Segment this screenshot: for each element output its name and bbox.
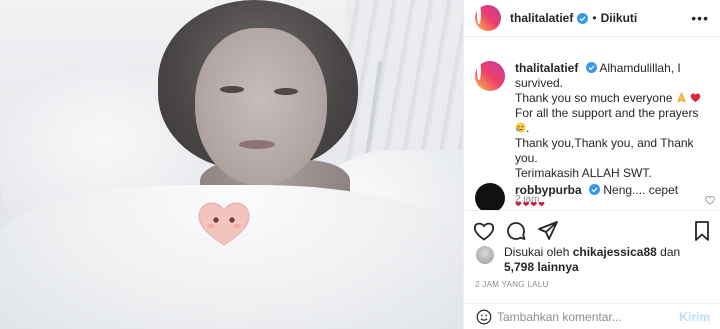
likes-summary: Disukai oleh chikajessica88 dan 5,798 la… [475,245,715,275]
liker-avatar[interactable] [475,245,495,265]
liker-username[interactable]: chikajessica88 [573,245,657,259]
comment-hearts: ❤❤❤❤ [515,200,546,209]
heart-sticker-icon [198,202,250,246]
caption-username[interactable]: thalitalatief [515,61,578,75]
comment-body: Neng.... cepet [603,183,679,197]
commenter-username[interactable]: robbypurba [515,183,582,197]
photo-right-eye [274,88,298,95]
likes-joiner: dan [660,245,681,259]
separator-dot: • [592,11,597,25]
comment-item: robbypurba Neng.... cepet [475,183,715,210]
post-photo[interactable] [0,0,463,329]
add-comment-bar: Kirim [464,303,720,329]
verified-badge-icon [585,62,597,73]
photo-left-eye [220,86,244,93]
following-button[interactable]: Diikuti [601,11,638,25]
photo-mouth [239,140,275,149]
caption-line-3: For all the support and the prayers [515,106,699,120]
photo-face [195,28,327,186]
author-username[interactable]: thalitalatief [510,11,573,25]
post-header: thalitalatief • Diikuti ••• [464,0,720,37]
likes-count[interactable]: 5,798 lainnya [504,260,579,274]
more-horizontal-icon[interactable]: ••• [691,10,709,26]
action-bar [464,210,720,250]
share-paper-plane-icon[interactable] [536,219,560,243]
post-timestamp[interactable]: 2 JAM YANG LALU [475,280,549,289]
verified-badge-icon [577,12,589,24]
comments-section: thalitalatief Alhamdulillah, I survived.… [464,38,720,210]
caption-line-2: Thank you so much everyone [515,91,673,105]
post-side-panel: thalitalatief • Diikuti ••• thalitalatie… [463,0,720,329]
comment-icon[interactable] [504,219,528,243]
emoji-smiley-icon[interactable] [475,308,493,326]
save-bookmark-icon[interactable] [690,219,714,243]
praying-hands-emoji-icon [677,92,686,103]
caption-author-avatar[interactable] [475,61,505,91]
comment-input[interactable] [497,309,674,324]
crying-face-emoji-icon [515,122,526,133]
caption-line-5: Terimakasih ALLAH SWT. [515,166,652,180]
verified-badge-icon [589,184,601,195]
post-comment-button[interactable]: Kirim [679,310,710,324]
comment-like-heart-icon[interactable] [705,195,715,205]
caption-line-4: Thank you,Thank you, and Thank you. [515,136,694,165]
commenter-avatar[interactable] [475,183,505,210]
red-heart-emoji-icon [690,93,701,103]
likes-prefix: Disukai oleh [504,245,570,259]
likes-text: Disukai oleh chikajessica88 dan 5,798 la… [504,245,680,275]
like-heart-icon[interactable] [472,219,496,243]
author-avatar[interactable] [475,5,501,31]
